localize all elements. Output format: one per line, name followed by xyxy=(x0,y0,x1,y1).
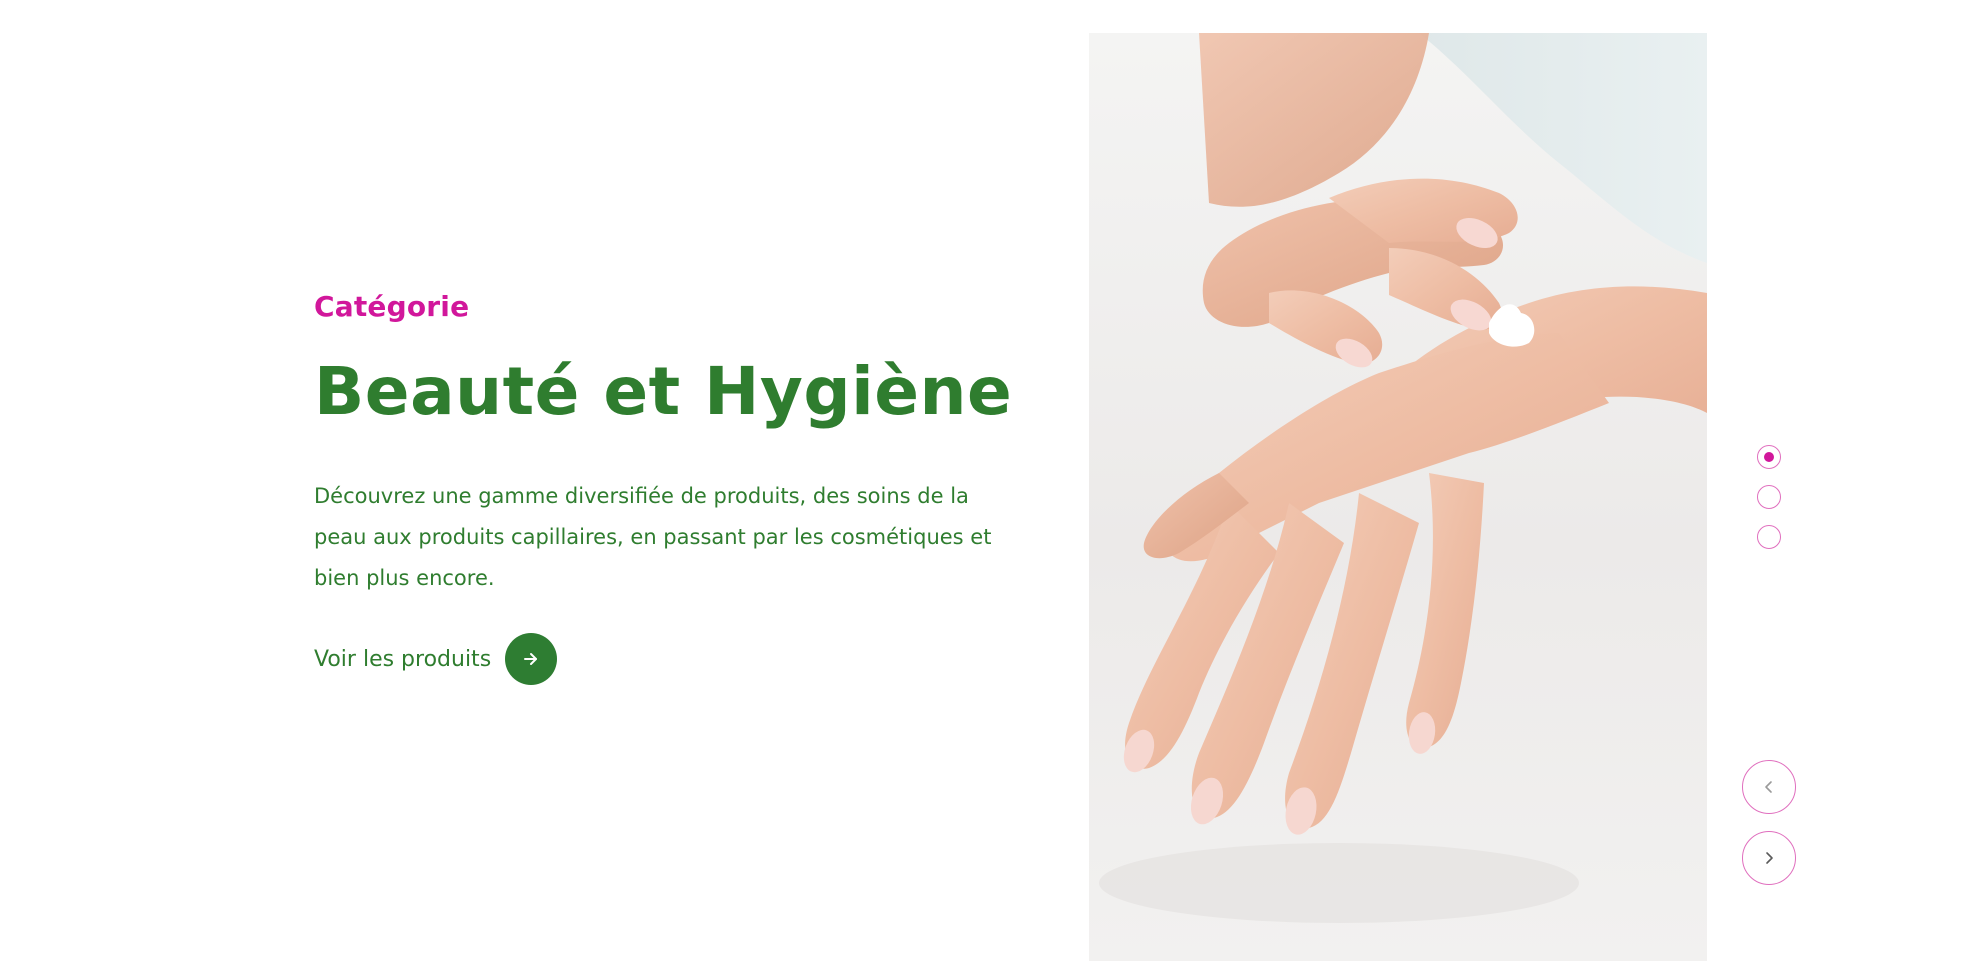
hero-slider: Catégorie Beauté et Hygiène Découvrez un… xyxy=(0,0,1986,961)
view-products-label: Voir les produits xyxy=(314,646,492,672)
hands-applying-cream-photo xyxy=(1089,33,1707,961)
category-label: Catégorie xyxy=(314,290,470,323)
view-products-link[interactable]: Voir les produits xyxy=(314,633,558,685)
hero-image xyxy=(1089,33,1707,961)
arrow-right-icon xyxy=(524,653,538,665)
hero-description: Découvrez une gamme diversifiée de produ… xyxy=(314,484,992,590)
chevron-left-icon xyxy=(1765,781,1772,793)
chevron-right-icon xyxy=(1766,852,1773,864)
pagination-dot-1[interactable] xyxy=(1757,445,1781,469)
next-slide-button[interactable] xyxy=(1742,831,1796,885)
pagination-dot-3[interactable] xyxy=(1757,525,1781,549)
hero-title: Beauté et Hygiène xyxy=(314,353,1013,430)
pagination-dot-2[interactable] xyxy=(1757,485,1781,509)
previous-slide-button[interactable] xyxy=(1742,760,1796,814)
view-products-button[interactable] xyxy=(505,633,558,685)
slider-pagination xyxy=(1757,445,1781,549)
active-dot-indicator xyxy=(1764,452,1774,462)
hero-text-block: Catégorie Beauté et Hygiène Découvrez un… xyxy=(314,290,1034,685)
